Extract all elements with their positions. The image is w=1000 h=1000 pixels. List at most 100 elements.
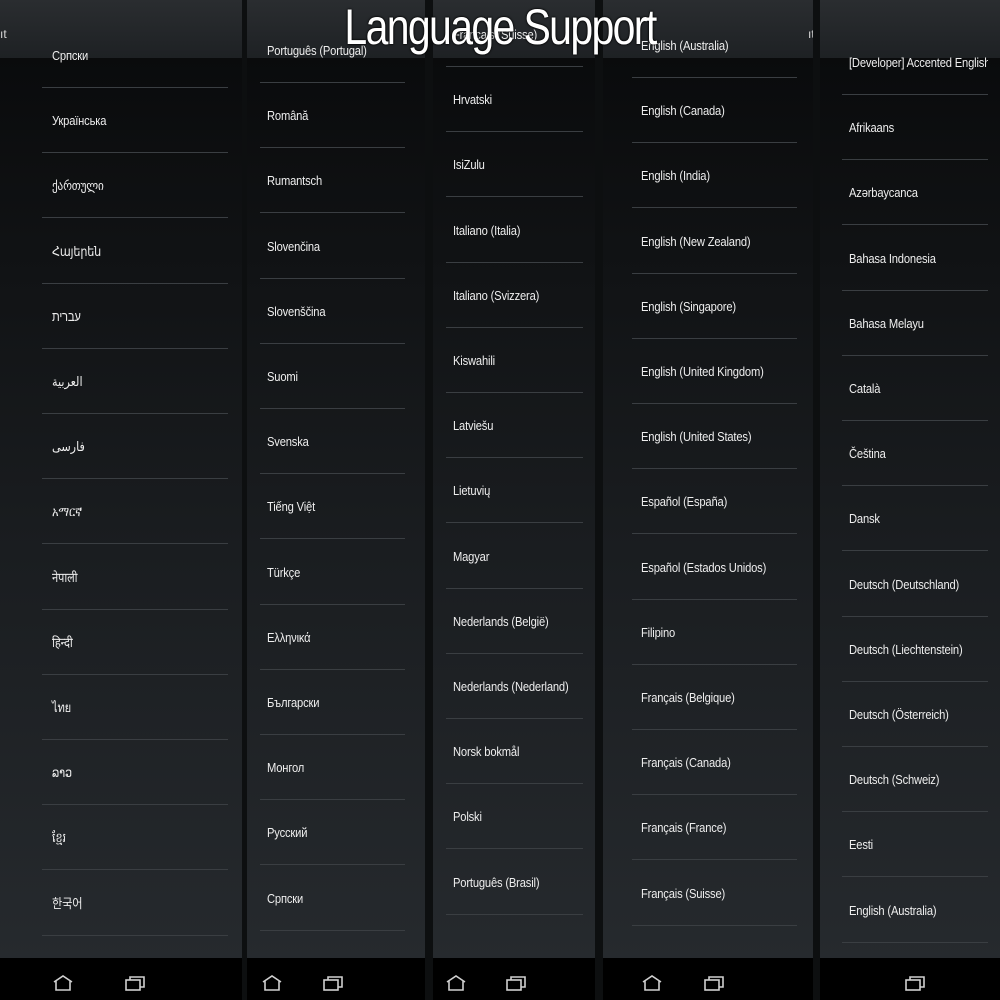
language-list-item[interactable]: Deutsch (Deutschland) (842, 552, 988, 617)
recent-apps-icon[interactable] (904, 975, 926, 991)
language-list-item[interactable]: English (New Zealand) (632, 209, 797, 274)
language-list-item[interactable]: Українська (42, 88, 228, 153)
language-list-item[interactable]: Dansk (842, 486, 988, 551)
language-label: English (Singapore) (641, 299, 736, 314)
language-label: فارسی (52, 439, 85, 454)
language-list-item[interactable]: 한국어 (42, 871, 228, 936)
language-list-item[interactable]: Français (Belgique) (632, 665, 797, 730)
home-icon[interactable] (52, 975, 74, 991)
system-navigation-bar (247, 958, 425, 1000)
language-list-item[interactable]: Հայերեն (42, 219, 228, 284)
language-list-item[interactable]: Italiano (Italia) (446, 198, 583, 263)
language-list-item[interactable]: Nederlands (België) (446, 589, 583, 654)
language-list-item[interactable]: English (Canada) (632, 78, 797, 143)
language-list-item[interactable]: नेपाली (42, 545, 228, 610)
language-list-item[interactable]: فارسی (42, 414, 228, 479)
language-list-item[interactable]: ខ្មែរ (42, 805, 228, 870)
language-list-item[interactable]: Tiếng Việt (260, 474, 405, 539)
language-list-item[interactable]: हिन्दी (42, 610, 228, 675)
language-list-item[interactable]: Bahasa Melayu (842, 291, 988, 356)
language-list-item[interactable]: Türkçe (260, 540, 405, 605)
language-label: Română (267, 108, 309, 123)
language-label: Italiano (Svizzera) (453, 288, 540, 303)
language-list-item[interactable]: Монгол (260, 735, 405, 800)
system-navigation-bar (820, 958, 1000, 1000)
language-label: Català (849, 381, 881, 396)
recent-apps-icon[interactable] (703, 975, 725, 991)
language-list-item[interactable]: Français (Canada) (632, 730, 797, 795)
language-list-item[interactable]: Svenska (260, 409, 405, 474)
language-label: Afrikaans (849, 120, 895, 135)
system-navigation-bar (603, 958, 813, 1000)
language-label: Hrvatski (453, 92, 493, 107)
recent-apps-icon[interactable] (505, 975, 527, 991)
language-label: Tiếng Việt (267, 499, 316, 514)
home-icon[interactable] (445, 975, 467, 991)
language-list-item[interactable]: English (India) (632, 143, 797, 208)
language-list-item[interactable]: Lietuvių (446, 458, 583, 523)
language-list-item[interactable]: English (United States) (632, 404, 797, 469)
language-list-item[interactable]: Latviešu (446, 393, 583, 458)
language-list-item[interactable]: English (Australia) (842, 878, 988, 943)
language-list-item[interactable]: Español (España) (632, 469, 797, 534)
home-icon[interactable] (261, 975, 283, 991)
language-list-item[interactable]: ქართული (42, 153, 228, 218)
language-list-item[interactable]: Română (260, 83, 405, 148)
language-list-item[interactable]: Slovenčina (260, 214, 405, 279)
language-list-item[interactable]: Bahasa Indonesia (842, 226, 988, 291)
language-list-item[interactable]: አማርኛ (42, 479, 228, 544)
language-label: Nederlands (Nederland) (453, 679, 569, 694)
language-list-item[interactable]: Eesti (842, 812, 988, 877)
language-list-item[interactable]: Русский (260, 800, 405, 865)
language-list-item[interactable]: Magyar (446, 524, 583, 589)
language-label: Français (Suisse) (641, 886, 726, 901)
language-list-item[interactable]: English (Singapore) (632, 274, 797, 339)
language-list-item[interactable]: Български (260, 670, 405, 735)
language-label: IsiZulu (453, 157, 485, 172)
language-list-item[interactable]: English (United Kingdom) (632, 339, 797, 404)
language-list-item[interactable]: Español (Estados Unidos) (632, 535, 797, 600)
language-list-item[interactable]: Kiswahili (446, 328, 583, 393)
language-list-item[interactable]: IsiZulu (446, 132, 583, 197)
screenshot-panel-4: ıtEnglish (Australia)English (Canada)Eng… (603, 0, 813, 1000)
language-list-item[interactable]: ไทย (42, 675, 228, 740)
language-list-item[interactable]: Norsk bokmål (446, 719, 583, 784)
language-label: Polski (453, 809, 482, 824)
language-list-item[interactable]: العربية (42, 349, 228, 414)
language-label: Italiano (Italia) (453, 223, 521, 238)
language-list-item[interactable]: Filipino (632, 600, 797, 665)
language-list-item[interactable]: Српски (260, 866, 405, 931)
language-list-item[interactable]: Azərbaycanca (842, 160, 988, 225)
language-label: Русский (267, 825, 308, 840)
language-list-item[interactable]: Polski (446, 784, 583, 849)
language-label: Türkçe (267, 565, 301, 580)
language-list-item[interactable]: עברית (42, 284, 228, 349)
language-list-item[interactable]: Deutsch (Österreich) (842, 682, 988, 747)
language-label: ไทย (52, 700, 72, 715)
language-list-item[interactable]: Čeština (842, 421, 988, 486)
recent-apps-icon[interactable] (124, 975, 146, 991)
language-list-item[interactable]: Suomi (260, 344, 405, 409)
language-list-item[interactable]: ລາວ (42, 740, 228, 805)
language-list-item[interactable]: Ελληνικά (260, 605, 405, 670)
home-icon[interactable] (641, 975, 663, 991)
language-list-item[interactable]: Português (Brasil) (446, 850, 583, 915)
language-list-item[interactable]: Deutsch (Liechtenstein) (842, 617, 988, 682)
language-label: Հայերեն (52, 244, 102, 259)
language-list-item[interactable]: Nederlands (Nederland) (446, 654, 583, 719)
language-list-item[interactable]: Català (842, 356, 988, 421)
language-list-item[interactable]: Italiano (Svizzera) (446, 263, 583, 328)
language-label: Français (Belgique) (641, 690, 735, 705)
language-list-item[interactable]: Slovenščina (260, 279, 405, 344)
language-label: English (United Kingdom) (641, 364, 764, 379)
language-label: English (New Zealand) (641, 234, 751, 249)
language-list-item[interactable]: Français (Suisse) (632, 861, 797, 926)
language-list-item[interactable]: Afrikaans (842, 95, 988, 160)
recent-apps-icon[interactable] (322, 975, 344, 991)
system-navigation-bar (0, 958, 242, 1000)
language-label: Български (267, 695, 320, 710)
language-list-item[interactable]: Français (France) (632, 795, 797, 860)
language-list-item[interactable]: Deutsch (Schweiz) (842, 747, 988, 812)
language-list-item[interactable]: Rumantsch (260, 148, 405, 213)
language-list-item[interactable]: Hrvatski (446, 67, 583, 132)
